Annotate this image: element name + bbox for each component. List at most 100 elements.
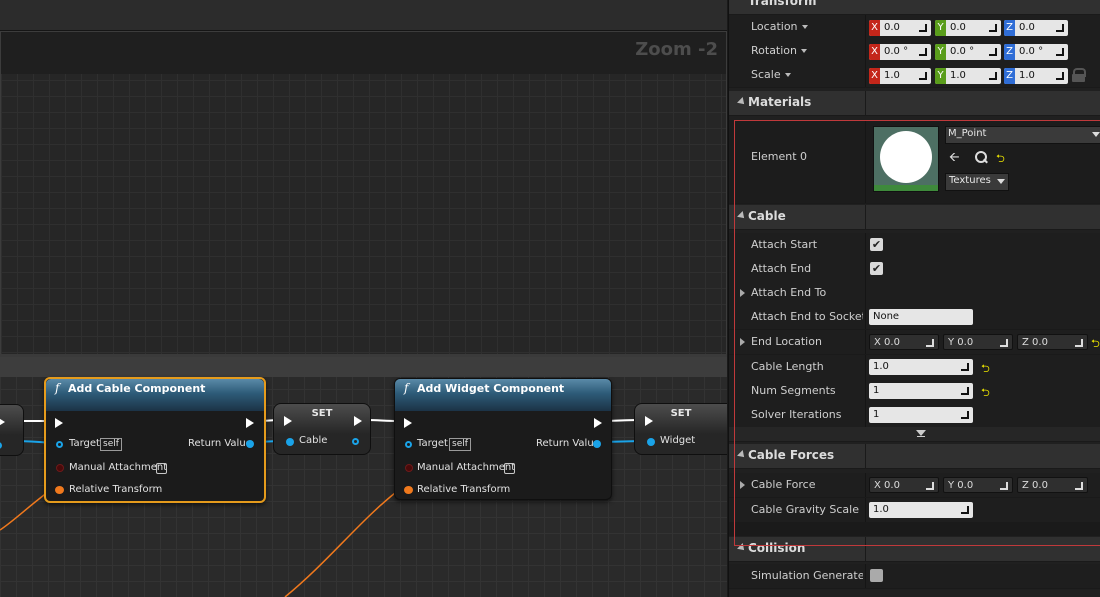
manual-attachment-checkbox[interactable]: [156, 463, 167, 474]
exec-in-pin[interactable]: [404, 418, 412, 428]
row-attach-end-to[interactable]: Attach End To: [729, 281, 1100, 306]
category-materials[interactable]: Materials: [729, 91, 1100, 116]
spin-icon[interactable]: [1075, 339, 1083, 347]
cable-length-input[interactable]: 1.0: [869, 359, 973, 375]
spin-icon[interactable]: [1056, 48, 1064, 56]
category-cable-forces[interactable]: Cable Forces: [729, 444, 1100, 469]
widget-in-pin[interactable]: [647, 438, 655, 446]
scale-z-field[interactable]: Z 1.0: [1004, 68, 1068, 84]
end-location-y[interactable]: Y 0.0: [943, 334, 1013, 350]
attach-start-checkbox[interactable]: ✔: [870, 238, 883, 251]
expand-arrow-icon[interactable]: [740, 338, 745, 346]
cable-force-x[interactable]: X 0.0: [869, 477, 939, 493]
location-y-field[interactable]: Y 0.0: [935, 20, 1001, 36]
reset-to-default-icon[interactable]: ⮌: [981, 384, 990, 403]
reset-to-default-icon[interactable]: ⮌: [1091, 335, 1100, 354]
cable-out-pin[interactable]: [352, 438, 359, 445]
scale-x-field[interactable]: X 1.0: [869, 68, 931, 84]
attach-end-to-label: Attach End To: [751, 286, 827, 299]
rotation-x-field[interactable]: X 0.0 °: [869, 44, 931, 60]
spin-icon[interactable]: [1000, 339, 1008, 347]
reset-to-default-icon[interactable]: ⮌: [996, 150, 1005, 169]
spin-icon[interactable]: [989, 72, 997, 80]
spin-icon[interactable]: [1056, 24, 1064, 32]
spin-icon[interactable]: [1056, 72, 1064, 80]
location-label[interactable]: Location: [751, 20, 808, 33]
location-x-field[interactable]: X 0.0: [869, 20, 931, 36]
spin-icon[interactable]: [989, 48, 997, 56]
rotation-y-field[interactable]: Y 0.0 °: [935, 44, 1001, 60]
search-icon-handle: [983, 158, 988, 164]
partial-node[interactable]: [0, 404, 24, 456]
material-picker-combo[interactable]: M_Point: [945, 126, 1100, 144]
spin-icon[interactable]: [989, 24, 997, 32]
graph-editor[interactable]: Zoom -2 f Add Cable Component Target sel…: [0, 0, 727, 597]
reset-to-default-icon[interactable]: ⮌: [981, 360, 990, 379]
exec-out-pin[interactable]: [715, 416, 723, 426]
exec-in-pin[interactable]: [55, 418, 63, 428]
spin-icon[interactable]: [1000, 482, 1008, 490]
cable-force-z-value: Z 0.0: [1022, 480, 1048, 491]
scale-label[interactable]: Scale: [751, 68, 791, 81]
cable-force-y[interactable]: Y 0.0: [943, 477, 1013, 493]
spin-icon[interactable]: [961, 506, 969, 514]
advanced-expander[interactable]: [729, 427, 1100, 442]
relative-transform-pin[interactable]: [404, 486, 413, 494]
exec-out-pin[interactable]: [246, 418, 254, 428]
set-widget-node[interactable]: SET Widget: [634, 403, 727, 455]
exec-out-pin[interactable]: [594, 418, 602, 428]
return-value-pin[interactable]: [246, 440, 254, 448]
end-location-z[interactable]: Z 0.0: [1017, 334, 1088, 350]
expand-arrow-icon[interactable]: [740, 289, 745, 297]
simulation-generates-checkbox[interactable]: [870, 569, 883, 582]
spin-icon[interactable]: [919, 72, 927, 80]
spin-icon[interactable]: [961, 411, 969, 419]
return-value-pin[interactable]: [593, 440, 601, 448]
exec-out-pin[interactable]: [354, 416, 362, 426]
scale-y-field[interactable]: Y 1.0: [935, 68, 1001, 84]
set-cable-node[interactable]: SET Cable: [273, 403, 371, 455]
details-panel[interactable]: Transform Location X 0.0 Y 0.0 Z 0.0 Rot…: [728, 0, 1100, 597]
use-selected-arrow-icon[interactable]: 🡨: [949, 148, 960, 170]
attach-end-checkbox[interactable]: ✔: [870, 262, 883, 275]
exec-pin[interactable]: [0, 417, 5, 427]
chevron-down-icon: [801, 49, 808, 53]
row-attach-end: Attach End ✔: [729, 257, 1100, 282]
material-thumbnail[interactable]: [873, 126, 939, 192]
num-segments-input[interactable]: 1: [869, 383, 973, 399]
category-transform[interactable]: Transform: [729, 0, 1100, 15]
rotation-z-field[interactable]: Z 0.0 °: [1004, 44, 1068, 60]
solver-iterations-input[interactable]: 1: [869, 407, 973, 423]
spin-icon[interactable]: [926, 482, 934, 490]
location-z-field[interactable]: Z 0.0: [1004, 20, 1068, 36]
attach-end-socket-input[interactable]: None: [869, 309, 973, 325]
cable-gravity-scale-input[interactable]: 1.0: [869, 502, 973, 518]
spin-icon[interactable]: [919, 48, 927, 56]
add-cable-component-node[interactable]: f Add Cable Component Target self Return…: [44, 377, 266, 503]
graph-wires: [0, 419, 647, 597]
category-cable[interactable]: Cable: [729, 205, 1100, 230]
relative-transform-pin[interactable]: [55, 486, 64, 494]
spin-icon[interactable]: [961, 363, 969, 371]
add-widget-component-node[interactable]: f Add Widget Component Target self Retur…: [394, 378, 612, 500]
target-pin[interactable]: [56, 441, 63, 448]
manual-attachment-pin[interactable]: [405, 464, 413, 472]
manual-attachment-pin[interactable]: [56, 464, 64, 472]
spin-icon[interactable]: [1075, 482, 1083, 490]
spin-icon[interactable]: [919, 24, 927, 32]
exec-in-pin[interactable]: [645, 416, 653, 426]
end-location-x[interactable]: X 0.0: [869, 334, 939, 350]
rotation-label[interactable]: Rotation: [751, 44, 808, 57]
cable-force-z[interactable]: Z 0.0: [1017, 477, 1088, 493]
manual-attachment-checkbox[interactable]: [504, 463, 515, 474]
exec-in-pin[interactable]: [284, 416, 292, 426]
textures-dropdown[interactable]: Textures: [945, 173, 1009, 191]
spin-icon[interactable]: [926, 339, 934, 347]
category-collision[interactable]: Collision: [729, 537, 1100, 562]
data-pin[interactable]: [0, 442, 2, 449]
expand-arrow-icon[interactable]: [740, 481, 745, 489]
spin-icon[interactable]: [961, 387, 969, 395]
cable-in-pin[interactable]: [286, 438, 294, 446]
target-pin[interactable]: [405, 441, 412, 448]
x-axis-badge: X: [869, 68, 880, 84]
